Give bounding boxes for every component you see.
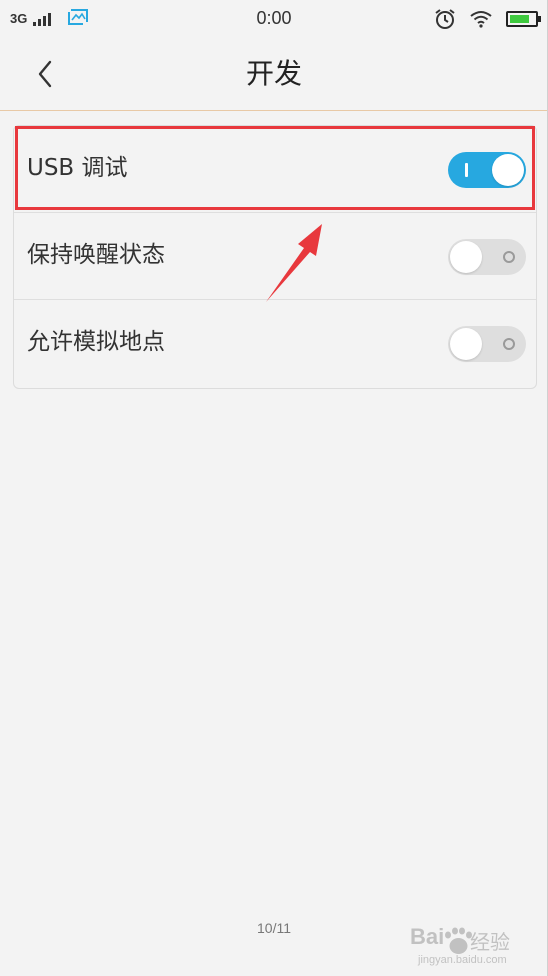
toggle-knob — [492, 154, 524, 186]
setting-label: 允许模拟地点 — [27, 329, 165, 355]
setting-label: 保持唤醒状态 — [27, 242, 165, 268]
setting-row-mock-location[interactable]: 允许模拟地点 — [14, 300, 536, 387]
stay-awake-toggle[interactable] — [448, 239, 526, 275]
setting-label: USB 调试 — [27, 155, 128, 181]
battery-fill — [510, 15, 529, 23]
toggle-knob — [450, 241, 482, 273]
setting-row-usb-debugging[interactable]: USB 调试 — [14, 126, 536, 213]
alarm-icon — [435, 9, 455, 29]
toggle-on-mark-icon — [465, 163, 468, 177]
watermark-url: jingyan.baidu.com — [418, 954, 507, 966]
setting-row-stay-awake[interactable]: 保持唤醒状态 — [14, 213, 536, 300]
app-header: 开发 — [0, 38, 548, 111]
status-right — [434, 8, 541, 30]
settings-list: USB 调试 保持唤醒状态 允许模拟地点 — [13, 125, 537, 389]
page-title: 开发 — [245, 57, 302, 90]
battery-cap — [538, 16, 541, 22]
toggle-knob — [450, 328, 482, 360]
status-bar: 3G 0:00 — [0, 0, 548, 38]
toggle-off-mark-icon — [503, 251, 515, 263]
wifi-icon — [470, 11, 492, 28]
page-indicator: 10/11 — [257, 920, 291, 936]
usb-debugging-toggle[interactable] — [448, 152, 526, 188]
mock-location-toggle[interactable] — [448, 326, 526, 362]
battery-icon — [506, 11, 541, 27]
toggle-off-mark-icon — [503, 338, 515, 350]
